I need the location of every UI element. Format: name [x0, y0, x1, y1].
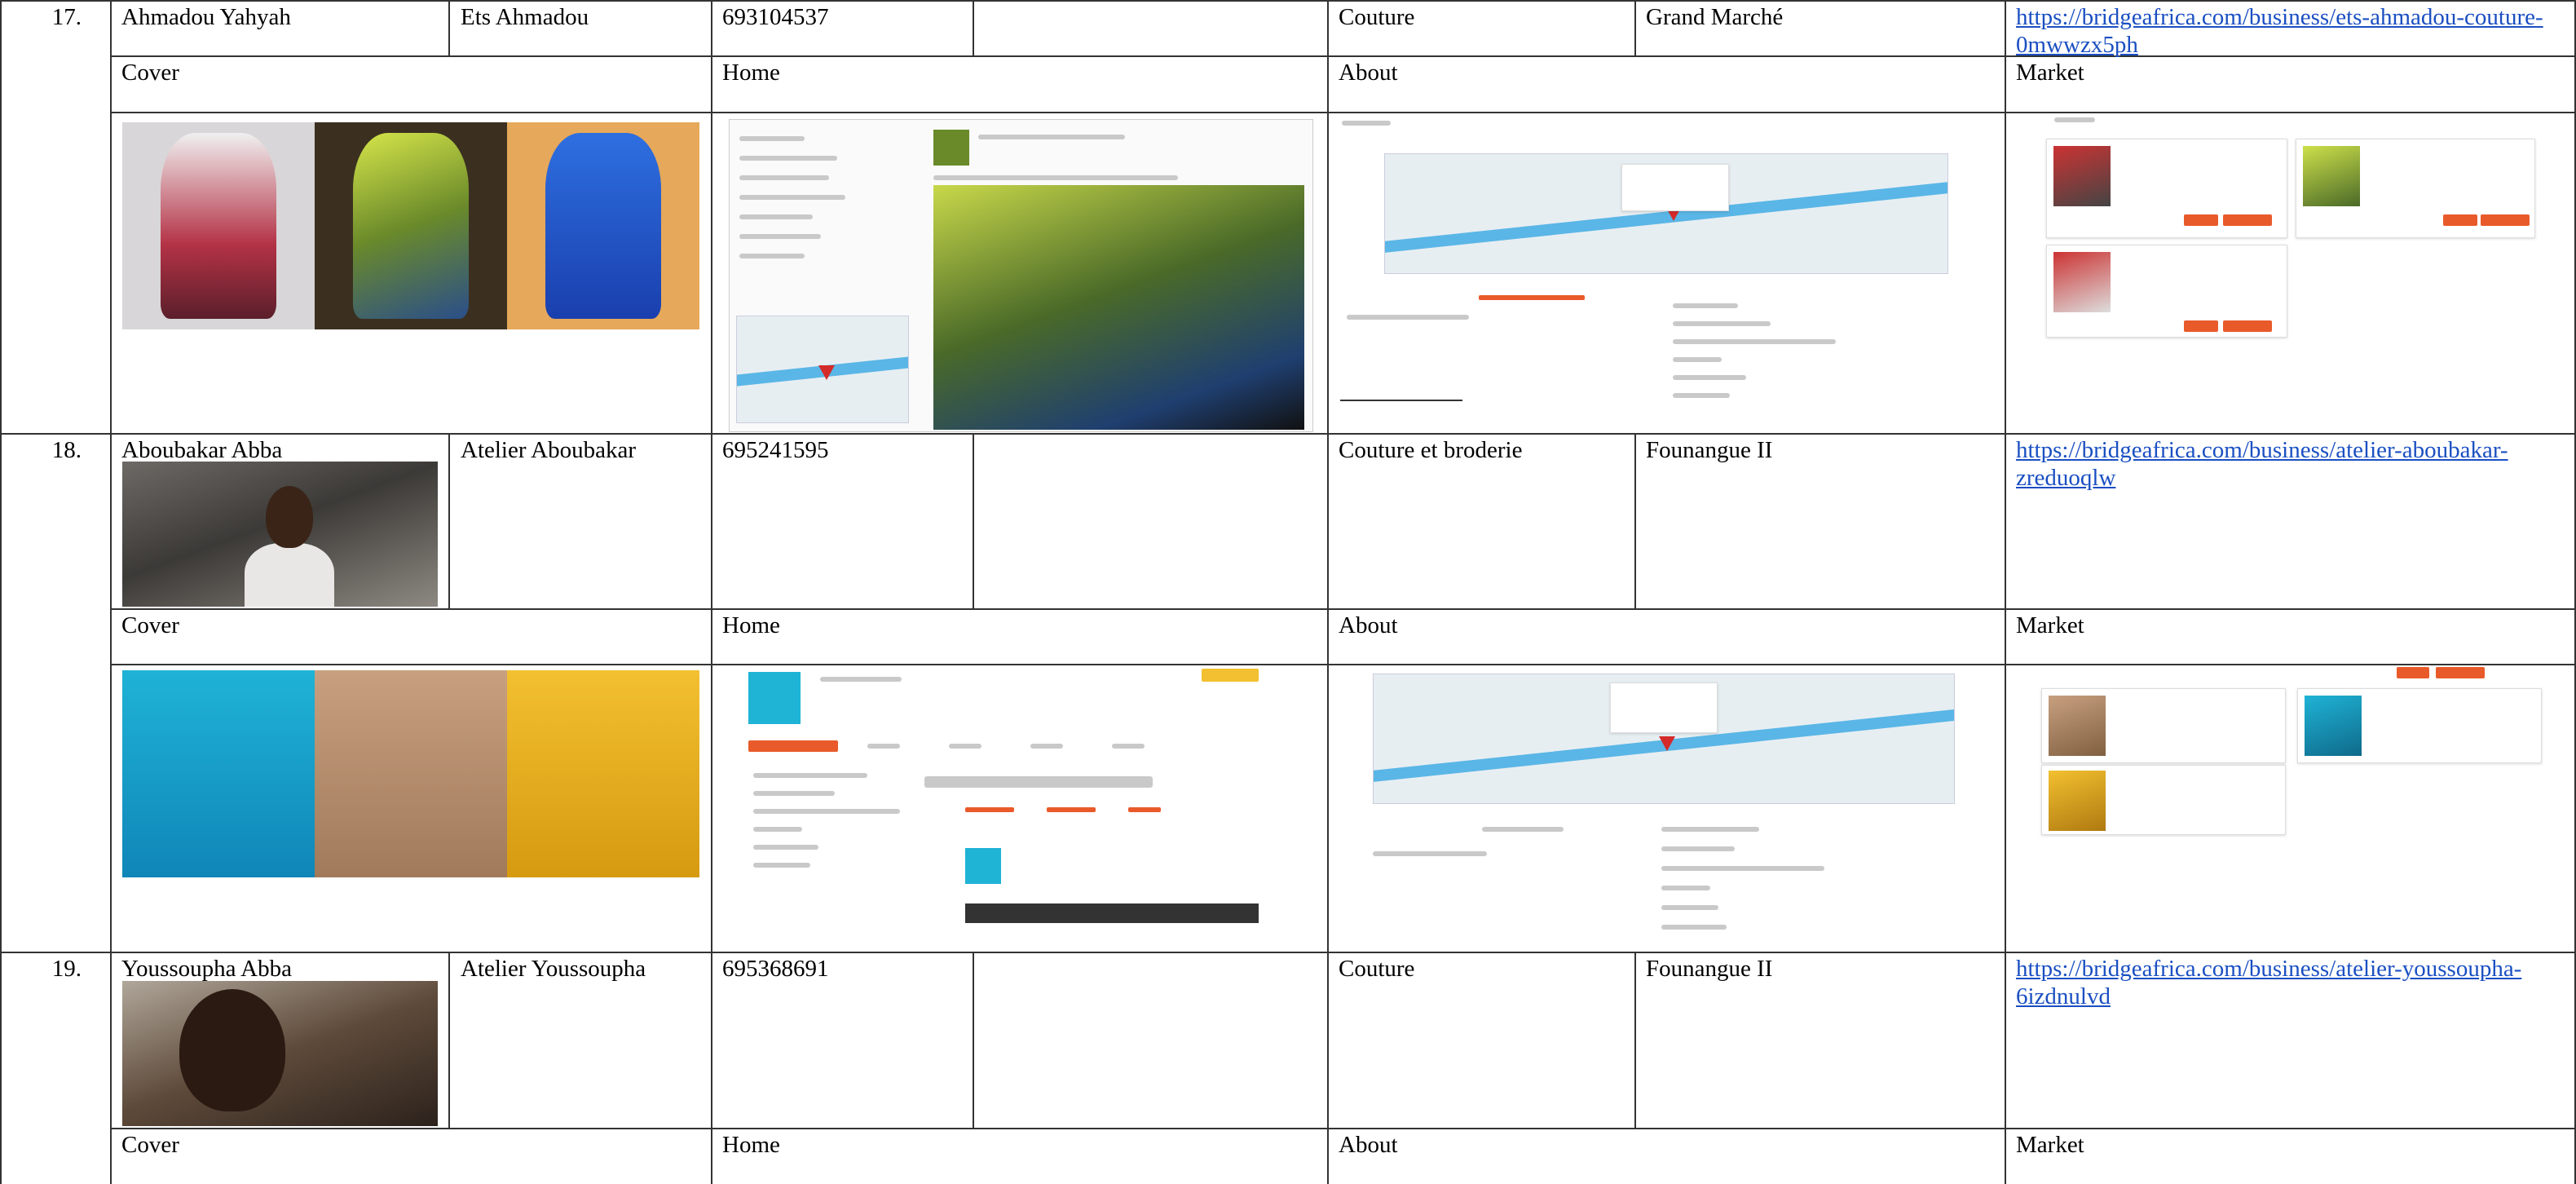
row-divider [0, 952, 2576, 953]
cover-label: Cover [121, 60, 179, 86]
activity: Couture et broderie [1339, 437, 1523, 463]
row-number: 17. [51, 4, 82, 30]
cover-screenshot [122, 122, 699, 329]
about-screenshot [1340, 116, 1992, 406]
col-divider [448, 952, 450, 1128]
about-label: About [1339, 1132, 1398, 1158]
home-label: Home [722, 1132, 780, 1158]
business-link[interactable]: https://bridgeafrica.com/business/atelie… [2016, 437, 2508, 491]
col-divider [448, 433, 450, 608]
col-divider [2005, 0, 2006, 1184]
owner-photo [122, 462, 438, 607]
about-label: About [1339, 612, 1398, 638]
col-divider [1634, 0, 1636, 55]
business-link[interactable]: https://bridgeafrica.com/business/atelie… [2016, 956, 2521, 1009]
row-divider [110, 608, 2576, 610]
row-number: 19. [51, 956, 82, 982]
row-divider [110, 112, 2576, 113]
activity: Couture [1339, 4, 1415, 30]
col-divider [1634, 433, 1636, 608]
col-divider [110, 0, 112, 1184]
row-divider [0, 433, 2576, 435]
market-label: Market [2016, 60, 2084, 86]
table-border-left [0, 0, 2, 1184]
business-link[interactable]: https://bridgeafrica.com/business/ets-ah… [2016, 4, 2543, 58]
business-name: Atelier Aboubakar [461, 437, 637, 463]
cover-label: Cover [121, 612, 179, 638]
business-link-container: https://bridgeafrica.com/business/atelie… [2016, 955, 2562, 1010]
business-link-container: https://bridgeafrica.com/business/ets-ah… [2016, 3, 2562, 59]
row-divider [110, 664, 2576, 665]
market-label: Market [2016, 1132, 2084, 1158]
cover-screenshot [122, 670, 699, 877]
col-divider [448, 0, 450, 55]
col-divider [973, 0, 974, 55]
business-name: Ets Ahmadou [461, 4, 589, 30]
row-divider [110, 1128, 2576, 1129]
market-screenshot [2043, 116, 2565, 341]
location: Founangue II [1646, 437, 1773, 463]
location: Founangue II [1646, 956, 1773, 982]
col-divider [1634, 952, 1636, 1128]
col-divider [973, 433, 974, 608]
activity: Couture [1339, 956, 1415, 982]
home-label: Home [722, 612, 780, 638]
home-screenshot [729, 667, 1316, 930]
market-screenshot [2038, 667, 2565, 838]
location: Grand Marché [1646, 4, 1784, 30]
table-border-top [0, 0, 2576, 2]
col-divider [973, 952, 974, 1128]
phone-number: 695241595 [722, 437, 829, 463]
home-label: Home [722, 60, 780, 86]
row-number: 18. [51, 437, 82, 463]
col-divider [711, 0, 712, 1184]
market-label: Market [2016, 612, 2084, 638]
phone-number: 695368691 [722, 956, 829, 982]
owner-name: Ahmadou Yahyah [121, 4, 291, 30]
business-table: 17. Ahmadou Yahyah Ets Ahmadou 693104537… [0, 0, 2576, 1184]
cover-label: Cover [121, 1132, 179, 1158]
business-link-container: https://bridgeafrica.com/business/atelie… [2016, 436, 2562, 492]
about-label: About [1339, 60, 1398, 86]
home-screenshot [729, 119, 1313, 432]
owner-name: Aboubakar Abba [121, 437, 283, 463]
about-screenshot [1335, 667, 1997, 948]
business-name: Atelier Youssoupha [461, 956, 646, 982]
owner-name: Youssoupha Abba [121, 956, 292, 982]
col-divider [1327, 0, 1329, 1184]
phone-number: 693104537 [722, 4, 829, 30]
owner-photo [122, 981, 438, 1126]
